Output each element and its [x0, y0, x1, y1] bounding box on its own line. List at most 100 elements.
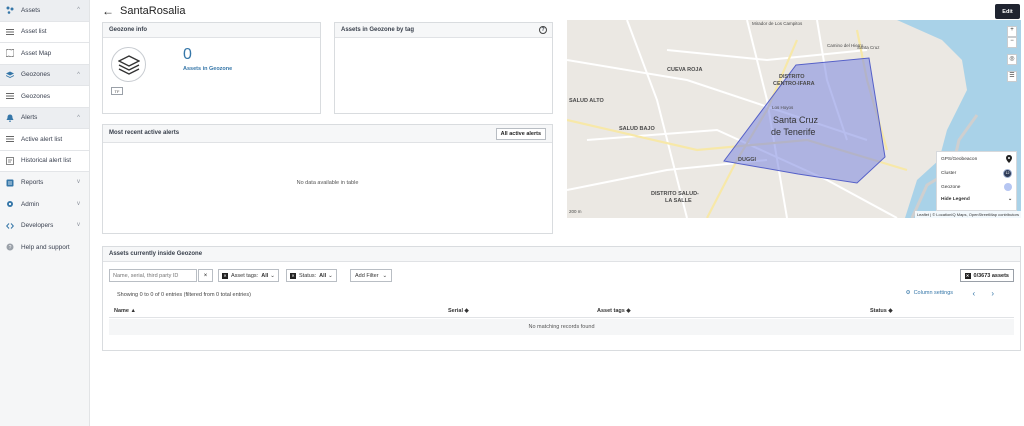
sidebar-item-label: Asset list [21, 28, 47, 36]
all-active-alerts-button[interactable]: All active alerts [495, 128, 546, 140]
remove-filter-icon[interactable]: ✕ [222, 272, 228, 279]
report-icon [6, 179, 14, 187]
svg-text:Mirador de Los Campitos: Mirador de Los Campitos [752, 21, 803, 26]
edit-button[interactable]: Edit [995, 4, 1020, 19]
chevron-down-icon: ⌄ [328, 272, 333, 279]
hide-legend-label: Hide Legend [941, 196, 970, 202]
chevron-up-icon: ^ [77, 7, 80, 13]
sidebar-item-label: Reports [21, 179, 44, 187]
geozone-tag-chip: TF [111, 87, 123, 95]
list-icon [6, 135, 14, 143]
recent-alerts-title: Most recent active alerts All active ale… [103, 125, 552, 143]
sidebar-item-admin[interactable]: Admin v [0, 194, 89, 216]
assets-count-button[interactable]: ✕ 0/3673 assets [959, 269, 1014, 282]
remove-filter-icon[interactable]: ✕ [964, 272, 971, 279]
column-serial[interactable]: Serial ◆ [448, 308, 469, 314]
legend-geozone-row: Geozone [937, 180, 1016, 194]
sidebar-item-asset-map[interactable]: Asset Map [0, 43, 89, 65]
map-attribution[interactable]: Leaflet | © LocationIQ Maps, OpenStreetM… [914, 211, 1021, 218]
search-input[interactable] [109, 269, 197, 282]
legend-geozone-label: Geozone [941, 184, 961, 190]
sidebar-item-geozones[interactable]: Geozones [0, 86, 89, 108]
svg-text:DUGGI: DUGGI [738, 157, 757, 163]
assets-toolbar: × ✕ Asset tags: All ⌄ ✕ Status: All ⌄ Ad… [109, 269, 1014, 283]
column-status[interactable]: Status ◆ [870, 308, 893, 314]
gear-icon: ⚙ [905, 290, 911, 296]
column-asset-tags[interactable]: Asset tags ◆ [597, 308, 631, 314]
geozone-map[interactable]: CUEVA ROJA SALUD ALTO SALUD BAJO DISTRIT… [567, 20, 1021, 218]
cluster-icon: 12 [1003, 168, 1012, 178]
pager[interactable]: ‹ › [972, 289, 1001, 298]
svg-text:SALUD ALTO: SALUD ALTO [569, 98, 604, 104]
column-settings-label: Column settings [913, 290, 953, 296]
geozone-dot-icon [1004, 183, 1012, 191]
sidebar-item-label: Alerts [21, 114, 38, 122]
chevron-up-icon: ^ [77, 71, 80, 78]
remove-filter-icon[interactable]: ✕ [290, 272, 296, 279]
geozone-info-card: Geozone info TF 0 Assets in Geozone [102, 22, 321, 114]
sidebar-item-active-alert-list[interactable]: Active alert list [0, 129, 89, 151]
list-icon [6, 92, 14, 100]
clear-search-button[interactable]: × [198, 269, 213, 282]
add-filter-label: Add Filter [355, 272, 379, 279]
bell-icon [6, 114, 14, 122]
dots-icon [6, 6, 14, 15]
sidebar-item-alerts[interactable]: Alerts ^ [0, 107, 89, 129]
svg-text:DISTRITO: DISTRITO [779, 74, 805, 80]
zoom-in-button[interactable]: + [1007, 26, 1017, 37]
chevron-down-icon: v [77, 179, 80, 185]
svg-text:Santa Cruz: Santa Cruz [857, 45, 880, 50]
map-legend: GPS/Geobeacon Cluster 12 Geozone Hide Le… [936, 151, 1017, 211]
sidebar-item-historical-alert-list[interactable]: Historical alert list [0, 150, 89, 172]
svg-text:CUEVA ROJA: CUEVA ROJA [667, 67, 702, 73]
code-icon [6, 222, 14, 230]
sidebar-item-developers[interactable]: Developers v [0, 215, 89, 237]
sidebar-item-label: Asset Map [21, 49, 52, 57]
chevron-down-icon: v [77, 200, 80, 207]
list-icon [6, 28, 14, 36]
status-filter[interactable]: ✕ Status: All ⌄ [286, 269, 337, 282]
assets-table-card: Assets currently inside Geozone × ✕ Asse… [102, 246, 1021, 351]
asset-tags-filter[interactable]: ✕ Asset tags: All ⌄ [218, 269, 279, 282]
add-filter-button[interactable]: Add Filter ⌄ [350, 269, 393, 282]
sidebar: Assets ^ Asset list Asset Map Geozones ^ Geozo… [0, 0, 90, 426]
help-icon[interactable]: ? [539, 26, 547, 34]
svg-text:SALUD BAJO: SALUD BAJO [619, 126, 655, 132]
table-info: Showing 0 to 0 of 0 entries (filtered fr… [117, 292, 251, 298]
back-arrow-icon[interactable]: ← [102, 4, 114, 18]
sidebar-item-assets[interactable]: Assets ^ [0, 0, 89, 22]
assets-table-title: Assets currently inside Geozone [103, 247, 1020, 262]
assets-by-tag-title: Assets in Geozone by tag ? [335, 23, 552, 38]
zoom-out-button[interactable]: − [1007, 37, 1017, 48]
legend-gps-label: GPS/Geobeacon [941, 156, 978, 162]
page-title: SantaRosalia [120, 5, 186, 17]
history-icon [6, 156, 14, 165]
column-settings-link[interactable]: ⚙ Column settings [906, 290, 953, 296]
chevron-down-icon: ⌄ [1007, 196, 1012, 202]
layers-icon [5, 71, 15, 79]
sidebar-item-label: Assets [21, 6, 41, 14]
main-content: ← SantaRosalia Edit Geozone info TF 0 As… [90, 0, 1024, 426]
sidebar-item-label: Developers [21, 222, 54, 230]
sidebar-item-reports[interactable]: Reports v [0, 172, 89, 194]
svg-text:DISTRITO SALUD-: DISTRITO SALUD- [651, 191, 699, 197]
sidebar-item-label: Help and support [21, 243, 70, 251]
svg-text:?: ? [9, 245, 12, 251]
help-icon: ? [6, 243, 14, 251]
hide-legend-button[interactable]: Hide Legend ⌄ [937, 194, 1016, 204]
sidebar-item-geozones[interactable]: Geozones ^ [0, 64, 89, 86]
sidebar-item-asset-list[interactable]: Asset list [0, 21, 89, 43]
svg-text:Los Hoyos: Los Hoyos [772, 105, 794, 110]
svg-text:de Tenerife: de Tenerife [771, 127, 815, 137]
status-filter-value: All [319, 272, 327, 279]
sidebar-item-label: Historical alert list [21, 157, 72, 165]
legend-cluster-row: Cluster 12 [937, 166, 1016, 180]
locate-icon[interactable]: ◎ [1007, 54, 1017, 65]
chevron-down-icon: ⌄ [382, 272, 388, 279]
chevron-down-icon: v [77, 222, 80, 228]
sidebar-item-help-and-support[interactable]: ? Help and support [0, 237, 89, 259]
layers-toggle-icon[interactable]: ☰ [1007, 71, 1017, 82]
assets-by-tag-card: Assets in Geozone by tag ? [334, 22, 553, 114]
svg-text:200 m: 200 m [569, 209, 582, 214]
column-name[interactable]: Name ▲ [114, 308, 136, 314]
